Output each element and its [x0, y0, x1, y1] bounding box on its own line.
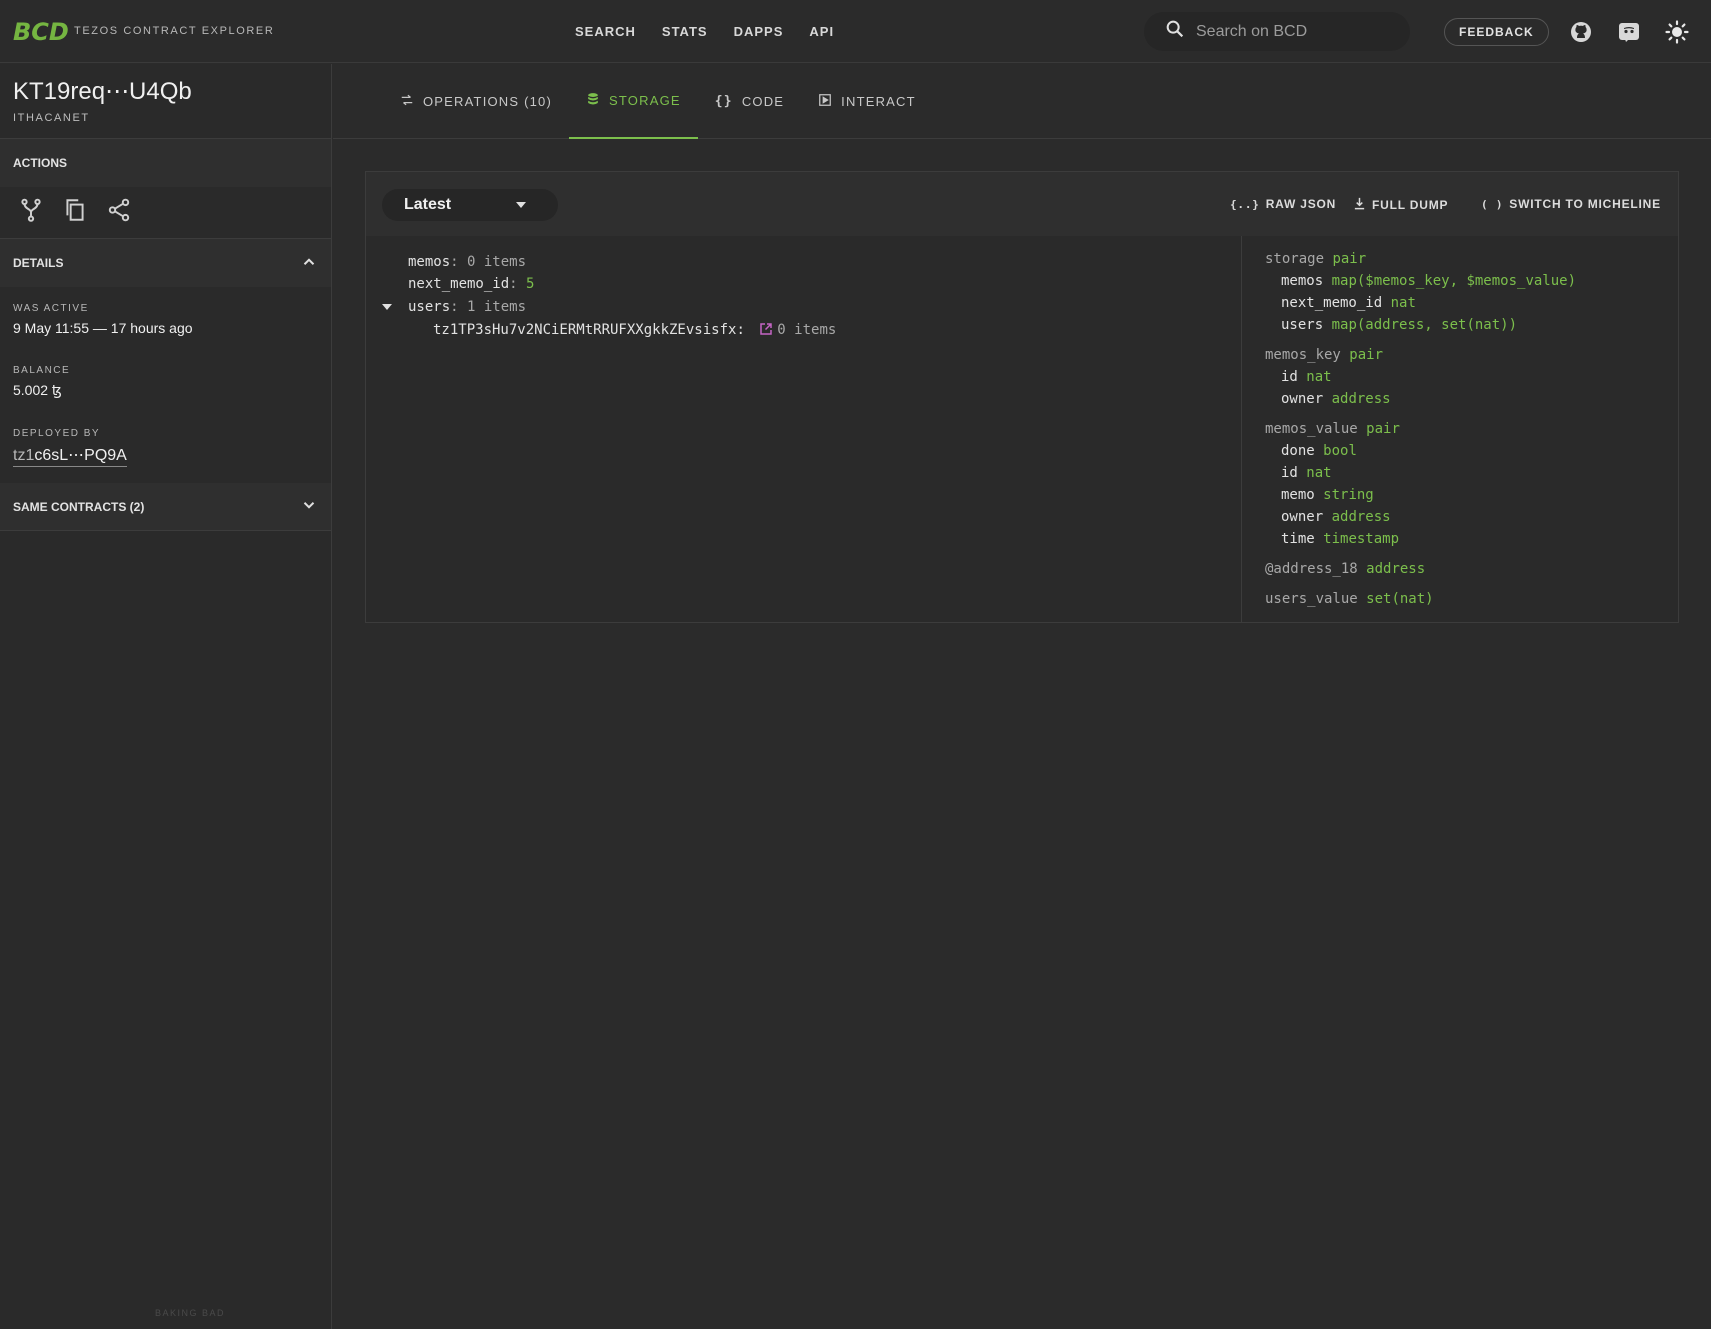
- share-icon[interactable]: [106, 197, 132, 228]
- details-label: DETAILS: [13, 256, 64, 270]
- tree-key: memos: [408, 254, 451, 270]
- switch-micheline-label: SWITCH TO MICHELINE: [1509, 197, 1661, 211]
- caret-down-icon: [516, 202, 526, 208]
- github-icon[interactable]: [1569, 20, 1593, 44]
- tree-row-next-memo-id[interactable]: next_memo_id: 5: [408, 276, 534, 292]
- tab-storage-label: STORAGE: [609, 92, 681, 108]
- type-users-value: users_value set(nat): [1265, 591, 1434, 607]
- type-mv-memo: memo string: [1281, 487, 1374, 503]
- chevron-down-icon[interactable]: [300, 496, 318, 517]
- search-box[interactable]: [1144, 12, 1410, 51]
- contract-header: KT19req⋯U4Qb ITHACANET: [0, 64, 331, 139]
- same-contracts-header[interactable]: SAME CONTRACTS (2): [0, 483, 331, 531]
- actions-header: ACTIONS: [0, 139, 331, 187]
- search-input[interactable]: [1196, 22, 1396, 41]
- storage-type-panel: storage pair memos map($memos_key, $memo…: [1241, 236, 1678, 622]
- fork-icon[interactable]: [18, 197, 44, 228]
- collapse-caret-icon[interactable]: [382, 304, 392, 310]
- was-active-label: WAS ACTIVE: [13, 303, 89, 314]
- chevron-up-icon[interactable]: [300, 253, 318, 274]
- tree-row-memos[interactable]: memos: 0 items: [408, 254, 526, 270]
- storage-panel: Latest {..} RAW JSON FULL DUMP ( ) SWITC…: [365, 171, 1679, 623]
- type-mv-owner: owner address: [1281, 509, 1391, 525]
- same-contracts-label: SAME CONTRACTS (2): [13, 499, 145, 514]
- type-mv-time: time timestamp: [1281, 531, 1400, 547]
- play-icon: [818, 93, 841, 110]
- tree-key: next_memo_id: [408, 276, 510, 292]
- type-memos: memos map($memos_key, $memos_value): [1281, 273, 1577, 289]
- raw-json-button[interactable]: {..} RAW JSON: [1230, 197, 1336, 211]
- braces-icon: {}: [714, 93, 733, 109]
- deployed-by-prefix: tz1: [13, 447, 35, 464]
- full-dump-button[interactable]: FULL DUMP: [1353, 197, 1448, 213]
- sidebar: KT19req⋯U4Qb ITHACANET ACTIONS DETAILS W…: [0, 64, 332, 1329]
- type-address-18: @address_18 address: [1265, 561, 1426, 577]
- footer-brand: BAKING BAD: [154, 1308, 225, 1318]
- version-select-value: Latest: [404, 196, 452, 213]
- deployed-by-label: DEPLOYED BY: [13, 428, 101, 439]
- deployed-by-address[interactable]: tz1c6sL⋯PQ9A: [13, 445, 127, 467]
- raw-json-label: RAW JSON: [1265, 197, 1337, 211]
- theme-toggle-icon[interactable]: [1665, 20, 1689, 44]
- tree-row-user-address[interactable]: tz1TP3sHu7v2NCiERMtRRUFXXgkkZEvsisfx: 0 …: [433, 322, 836, 340]
- type-mv-id: id nat: [1281, 465, 1332, 481]
- database-icon: [586, 92, 609, 109]
- type-memos-key: memos_key pair: [1265, 347, 1384, 363]
- top-bar: BCD TEZOS CONTRACT EXPLORER SEARCH STATS…: [0, 0, 1711, 63]
- type-memos-value: memos_value pair: [1265, 421, 1400, 437]
- switch-micheline-button[interactable]: ( ) SWITCH TO MICHELINE: [1481, 197, 1661, 211]
- version-select[interactable]: Latest: [382, 189, 558, 221]
- discord-icon[interactable]: [1617, 20, 1641, 44]
- feedback-button[interactable]: FEEDBACK: [1444, 18, 1549, 46]
- balance-value: 5.002 ꜩ: [13, 382, 62, 398]
- actions-label: ACTIONS: [13, 156, 67, 170]
- external-link-icon[interactable]: [759, 322, 773, 340]
- tab-storage[interactable]: STORAGE: [569, 64, 698, 139]
- top-nav: SEARCH STATS DAPPS API: [575, 24, 860, 39]
- tree-value: 5: [526, 276, 535, 292]
- nav-api[interactable]: API: [809, 24, 834, 39]
- tree-value: 0 items: [467, 254, 527, 270]
- tab-bar: OPERATIONS (10) STORAGE {} CODE INTERACT: [333, 64, 1711, 139]
- tree-key: tz1TP3sHu7v2NCiERMtRRUFXXgkkZEvsisfx: [433, 322, 737, 338]
- balance-label: BALANCE: [13, 365, 71, 376]
- type-next-memo-id: next_memo_id nat: [1281, 295, 1416, 311]
- storage-toolbar: Latest {..} RAW JSON FULL DUMP ( ) SWITC…: [366, 172, 1678, 236]
- type-users: users map(address, set(nat)): [1281, 317, 1518, 333]
- contract-address[interactable]: KT19req⋯U4Qb: [13, 77, 318, 106]
- tree-value: 1 items: [467, 299, 527, 315]
- full-dump-label: FULL DUMP: [1372, 198, 1449, 212]
- actions-row: [0, 187, 331, 239]
- nav-search[interactable]: SEARCH: [575, 24, 636, 39]
- type-mk-id: id nat: [1281, 369, 1332, 385]
- download-icon: [1353, 197, 1366, 213]
- was-active-value: 9 May 11:55 — 17 hours ago: [13, 320, 193, 336]
- tree-row-users[interactable]: users: 1 items: [408, 299, 526, 315]
- details-section: WAS ACTIVE 9 May 11:55 — 17 hours ago BA…: [0, 303, 331, 467]
- app-subtitle: TEZOS CONTRACT EXPLORER: [74, 25, 275, 37]
- nav-dapps[interactable]: DAPPS: [734, 24, 784, 39]
- parentheses-icon: ( ): [1481, 197, 1504, 211]
- nav-stats[interactable]: STATS: [662, 24, 708, 39]
- tree-key: users: [408, 299, 451, 315]
- tab-operations-label: OPERATIONS (10): [423, 93, 553, 109]
- tab-interact[interactable]: INTERACT: [801, 64, 933, 139]
- deployed-by-body: c6sL⋯PQ9A: [34, 447, 127, 464]
- tab-operations[interactable]: OPERATIONS (10): [383, 64, 569, 139]
- tab-interact-label: INTERACT: [841, 93, 916, 109]
- bcd-logo[interactable]: BCD: [13, 18, 69, 46]
- search-icon: [1164, 18, 1186, 45]
- type-storage: storage pair: [1265, 251, 1367, 267]
- tab-code[interactable]: {} CODE: [698, 64, 801, 139]
- details-header[interactable]: DETAILS: [0, 239, 331, 287]
- json-icon: {..}: [1230, 197, 1260, 211]
- copy-icon[interactable]: [62, 197, 88, 228]
- tree-value: 0 items: [777, 322, 837, 338]
- tab-code-label: CODE: [741, 93, 785, 109]
- storage-tree: memos: 0 items next_memo_id: 5 users: 1 …: [366, 236, 1242, 622]
- network-label: ITHACANET: [13, 112, 90, 124]
- operations-icon: [400, 93, 423, 110]
- type-mv-done: done bool: [1281, 443, 1357, 459]
- type-mk-owner: owner address: [1281, 391, 1391, 407]
